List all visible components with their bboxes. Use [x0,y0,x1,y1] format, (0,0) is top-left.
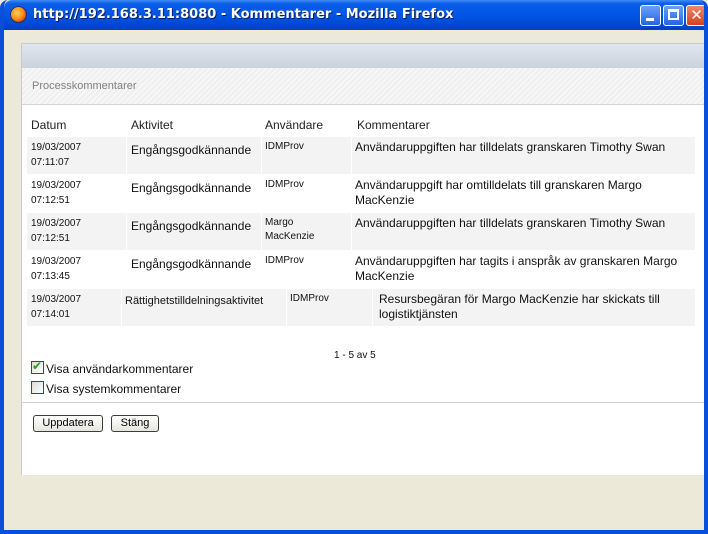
show-user-comments-checkbox[interactable]: ✔ [31,359,44,374]
table-row: 19/03/2007 07:11:07 Engångsgodkännande ID… [27,137,695,174]
column-separator [126,137,127,174]
page-content: Processkommentarer Datum Aktivitet Använ… [8,30,704,530]
column-separator [126,213,127,250]
row-comment: Resursbegäran för Margo MacKenzie har sk… [379,292,660,321]
row-user: IDMProv [265,255,304,266]
column-separator [372,289,373,326]
row-comment: Användaruppgiften har tagits i anspråk a… [355,254,678,283]
row-activity: Engångsgodkännande [131,219,252,233]
close-icon: ✕ [690,6,703,24]
maximize-button[interactable] [663,5,684,26]
row-comment: Användaruppgiften har tilldelats granska… [355,140,666,154]
minimize-icon [646,18,654,21]
browser-window: http://192.168.3.11:8080 - Kommentarer -… [0,0,708,534]
panel-top-bar [22,44,704,69]
row-user: IDMProv [265,141,304,152]
window-title: http://192.168.3.11:8080 - Kommentarer -… [33,7,454,22]
row-user: Margo MacKenzie [265,217,315,242]
column-separator [261,213,262,250]
row-user: IDMProv [265,179,304,190]
row-activity: Engångsgodkännande [131,143,252,157]
checkmark-icon: ✔ [32,359,43,373]
table-row: 19/03/2007 07:12:51 Engångsgodkännande ID… [27,175,695,212]
close-button[interactable]: Stäng [111,415,159,432]
row-activity: Engångsgodkännande [131,181,252,195]
maximize-icon [668,9,679,20]
column-separator [351,137,352,174]
column-separator [261,137,262,174]
row-activity: Rättighetstilldelningsaktivitet [125,295,264,307]
column-separator [121,289,122,326]
row-date: 19/03/2007 07:14:01 [31,294,82,320]
panel-header: Processkommentarer [22,68,704,105]
row-comment: Användaruppgiften har tilldelats granska… [355,216,666,230]
column-separator [351,213,352,250]
comments-panel: Processkommentarer Datum Aktivitet Använ… [21,43,704,475]
firefox-icon[interactable] [10,6,27,23]
row-date: 19/03/2007 07:13:45 [31,256,82,282]
minimize-button[interactable] [640,5,661,26]
row-activity: Engångsgodkännande [131,257,252,271]
column-header-comment: Kommentarer [357,118,430,132]
panel-footer: Uppdatera Stäng [22,402,704,475]
close-window-button[interactable]: ✕ [686,5,704,26]
row-user: IDMProv [290,293,329,304]
row-date: 19/03/2007 07:12:51 [31,218,82,244]
column-header-activity: Aktivitet [131,118,174,132]
column-separator [286,289,287,326]
show-system-comments-label[interactable]: Visa systemkommentarer [46,382,181,396]
row-date: 19/03/2007 07:12:51 [31,180,82,206]
table-row: 19/03/2007 07:12:51 Engångsgodkännande Ma… [27,213,695,250]
update-button[interactable]: Uppdatera [33,415,103,432]
row-date: 19/03/2007 07:11:07 [31,142,82,168]
panel-title: Processkommentarer [32,80,137,92]
row-comment: Användaruppgift har omtilldelats till gr… [355,178,642,207]
column-header-user: Användare [265,118,324,132]
show-system-comments-checkbox[interactable] [31,381,44,394]
table-row: 19/03/2007 07:14:01 Rättighetstilldelning… [27,289,695,326]
table-row: 19/03/2007 07:13:45 Engångsgodkännande ID… [27,251,695,288]
column-header-date: Datum [31,118,67,132]
pagination-info: 1 - 5 av 5 [334,350,376,361]
show-user-comments-label[interactable]: Visa användarkommentarer [46,362,193,376]
title-bar[interactable]: http://192.168.3.11:8080 - Kommentarer -… [4,0,704,30]
